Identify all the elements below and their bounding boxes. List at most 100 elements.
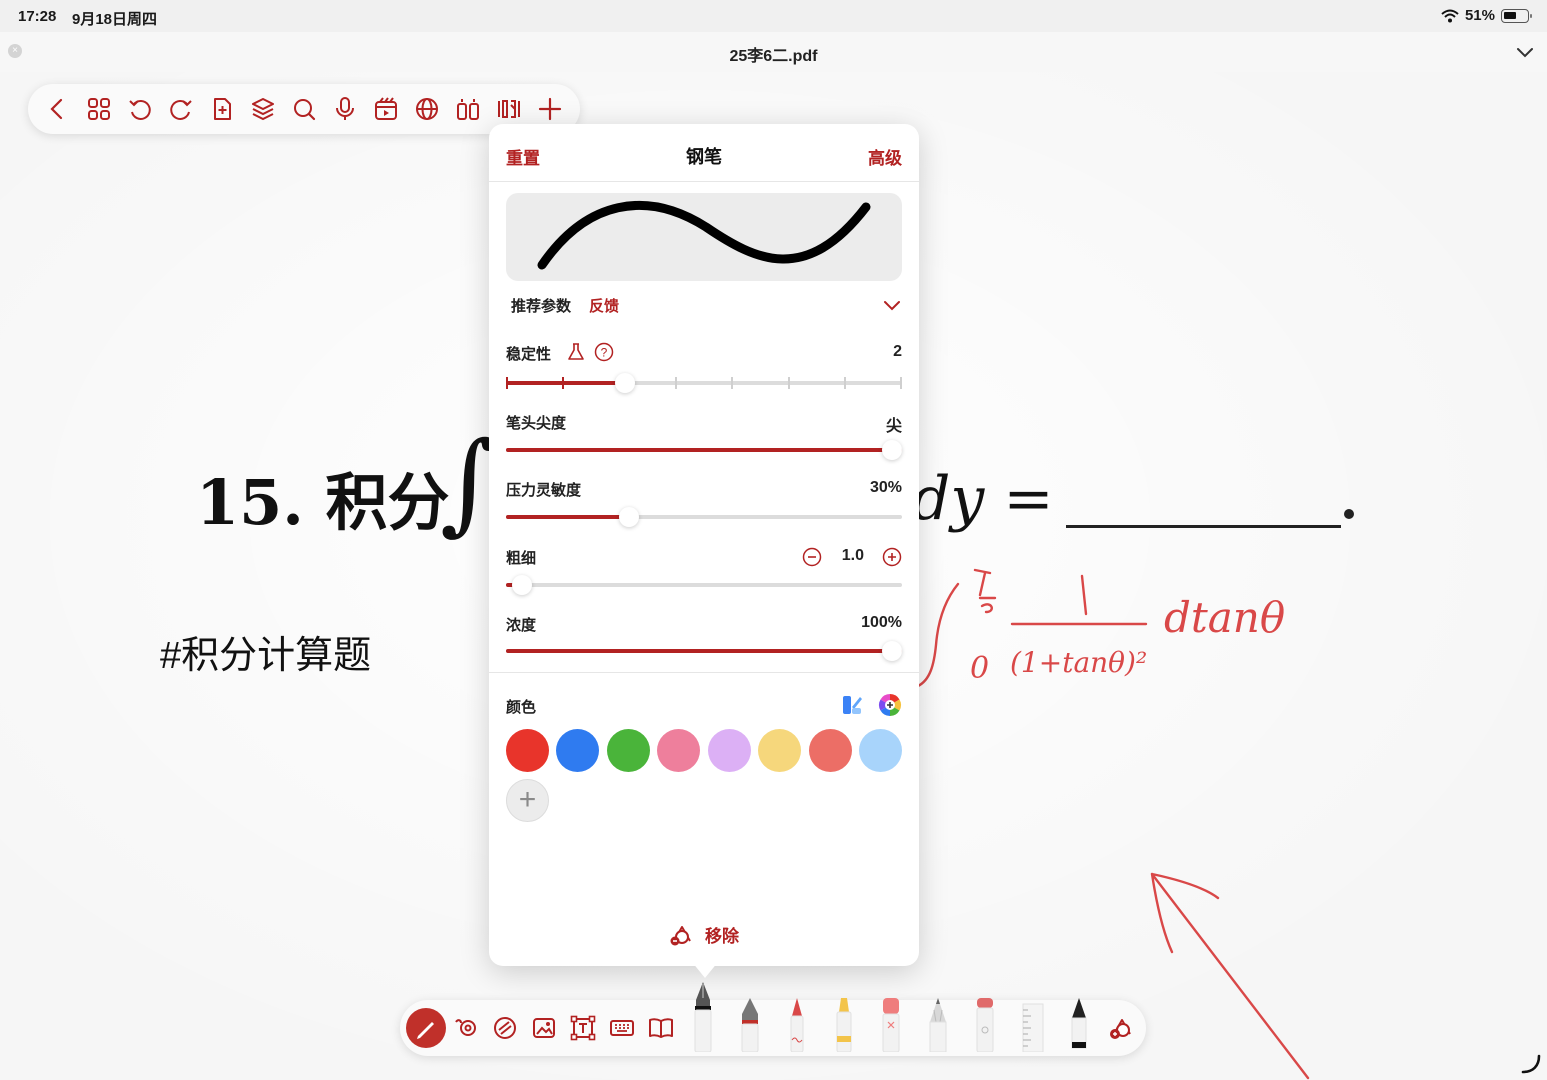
- tip-sharpness-setting: 笔头尖度 尖: [506, 412, 902, 462]
- stability-value: 2: [893, 343, 902, 360]
- add-color-button[interactable]: +: [506, 779, 549, 822]
- book-icon[interactable]: [645, 1012, 677, 1044]
- popover-arrow: [692, 962, 718, 978]
- stability-label: 稳定性: [506, 346, 552, 363]
- ink-arrow: [1150, 872, 1310, 1080]
- chevron-down-icon[interactable]: [882, 295, 902, 315]
- pencil[interactable]: [925, 996, 951, 1052]
- color-swatch[interactable]: [657, 729, 701, 772]
- tip-sharpness-value: 尖: [885, 418, 902, 435]
- color-swatch[interactable]: [556, 729, 600, 772]
- opacity-label: 浓度: [506, 617, 537, 634]
- opacity-slider[interactable]: [506, 641, 902, 661]
- chevron-down-icon[interactable]: [1515, 42, 1535, 62]
- undo-icon[interactable]: [124, 93, 156, 125]
- fineliner[interactable]: [784, 996, 810, 1052]
- ruler[interactable]: [1019, 996, 1045, 1052]
- color-tools: [840, 693, 902, 717]
- problem-tail: dy =: [912, 464, 1054, 534]
- slider-fill: [506, 649, 902, 653]
- two-page-icon[interactable]: [493, 93, 525, 125]
- thickness-label: 粗细: [506, 550, 537, 567]
- slider-thumb[interactable]: [882, 440, 902, 460]
- flask-icon[interactable]: [566, 342, 586, 362]
- calligraphy-pen[interactable]: [737, 996, 763, 1052]
- advanced-button[interactable]: 高级: [868, 144, 902, 169]
- minus-circle-icon[interactable]: [802, 547, 822, 567]
- pressure-setting: 压力灵敏度 30%: [506, 479, 902, 529]
- popover-header: 重置 钢笔 高级: [489, 124, 919, 182]
- ink-lower-limit: 0: [970, 651, 989, 686]
- remove-label: 移除: [705, 927, 739, 946]
- thickness-slider[interactable]: [506, 575, 902, 595]
- color-wheel-icon[interactable]: [878, 693, 902, 717]
- slider-thumb[interactable]: [619, 507, 639, 527]
- eraser[interactable]: [878, 996, 904, 1052]
- ink-integral: [916, 582, 960, 688]
- recommended-row[interactable]: 推荐参数 反馈: [511, 295, 902, 315]
- stability-tick: [675, 377, 677, 389]
- sticker-icon[interactable]: [489, 1012, 521, 1044]
- svg-text:?: ?: [601, 346, 608, 360]
- grid-icon[interactable]: [83, 93, 115, 125]
- highlighter[interactable]: [831, 996, 857, 1052]
- slider-thumb[interactable]: [512, 575, 532, 595]
- color-swatches: [506, 729, 902, 772]
- opacity-setting: 浓度 100%: [506, 614, 902, 664]
- slider-fill: [506, 515, 625, 519]
- remove-button[interactable]: 移除: [489, 922, 919, 947]
- tip-sharpness-label: 笔头尖度: [506, 415, 567, 432]
- keyboard-icon[interactable]: [606, 1012, 638, 1044]
- color-swatch[interactable]: [606, 729, 650, 772]
- pressure-value: 30%: [869, 479, 902, 496]
- color-swatch[interactable]: [858, 729, 902, 772]
- lasso-icon[interactable]: [450, 1012, 482, 1044]
- ink-denominator: (1+tanθ)²: [1010, 646, 1147, 679]
- hashtag-text: #积分计算题: [160, 635, 372, 677]
- redo-icon[interactable]: [165, 93, 197, 125]
- stability-tick: [844, 377, 846, 389]
- microphone-icon[interactable]: [329, 93, 361, 125]
- text-box-icon[interactable]: [567, 1012, 599, 1044]
- book-split-icon[interactable]: [452, 93, 484, 125]
- pen-tool-icon[interactable]: [406, 1008, 446, 1048]
- thickness-value: 1.0: [841, 547, 864, 564]
- image-icon[interactable]: [528, 1012, 560, 1044]
- back-icon[interactable]: [42, 93, 74, 125]
- slider-fill: [506, 381, 621, 385]
- color-swatch[interactable]: [808, 729, 852, 772]
- pressure-slider[interactable]: [506, 507, 902, 527]
- plus-circle-icon[interactable]: [882, 547, 902, 567]
- section-divider: [489, 672, 919, 673]
- help-icon[interactable]: ?: [594, 342, 614, 362]
- wifi-icon: [1441, 9, 1459, 22]
- stability-tick: [788, 377, 790, 389]
- problem-heading: 15. 积分: [196, 452, 449, 542]
- eyedropper-icon[interactable]: [840, 693, 864, 717]
- add-icon[interactable]: [534, 93, 566, 125]
- color-swatch[interactable]: [707, 729, 751, 772]
- marker[interactable]: [972, 996, 998, 1052]
- color-swatch[interactable]: [758, 729, 802, 772]
- slider-thumb[interactable]: [615, 373, 635, 393]
- resize-handle-icon[interactable]: [1519, 1054, 1543, 1074]
- slider-thumb[interactable]: [882, 641, 902, 661]
- tip-sharpness-slider[interactable]: [506, 440, 902, 460]
- document-title[interactable]: 25李6二.pdf: [0, 42, 1547, 66]
- battery-percent: 51%: [1464, 7, 1495, 24]
- slider-fill: [506, 448, 902, 452]
- clip-icon[interactable]: [370, 93, 402, 125]
- add-page-icon[interactable]: [206, 93, 238, 125]
- shapes-icon[interactable]: [1106, 1012, 1138, 1044]
- globe-icon[interactable]: [411, 93, 443, 125]
- layers-icon[interactable]: [247, 93, 279, 125]
- status-bar: 17:28 9月18日周四 51%: [0, 0, 1547, 32]
- fountain-pen[interactable]: [690, 980, 716, 1052]
- stability-slider[interactable]: [506, 373, 902, 393]
- recommended-label: 推荐参数: [511, 298, 572, 315]
- brush-pen[interactable]: [1066, 996, 1092, 1052]
- status-time: 17:28: [18, 8, 57, 25]
- color-swatch[interactable]: [506, 729, 549, 772]
- search-icon[interactable]: [288, 93, 320, 125]
- feedback-link[interactable]: 反馈: [589, 295, 619, 316]
